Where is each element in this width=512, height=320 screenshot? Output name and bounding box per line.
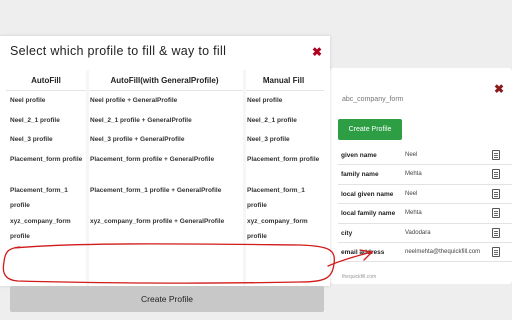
field-row: local family name Mehta bbox=[338, 204, 512, 224]
field-value: Neel bbox=[405, 152, 418, 158]
autofill-option[interactable]: Neel profile bbox=[6, 91, 86, 111]
column-divider bbox=[86, 70, 89, 286]
field-row: family name Mehta bbox=[338, 165, 512, 185]
autofill-option[interactable]: Placement_form_1 profile bbox=[6, 181, 86, 212]
column-header-autofill: AutoFill bbox=[31, 75, 61, 85]
autofill-general-option[interactable]: xyz_company_form profile + GeneralProfil… bbox=[86, 212, 243, 243]
modal-close-icon[interactable]: ✖ bbox=[312, 45, 322, 59]
profile-panel-title: abc_company_form bbox=[342, 96, 404, 103]
field-label: family name bbox=[341, 171, 379, 179]
create-profile-button[interactable]: Create Profile bbox=[10, 286, 324, 312]
column-header-autofill-general: AutoFill(with GeneralProfile) bbox=[110, 75, 219, 85]
field-value: Vadodara bbox=[405, 229, 431, 236]
copy-icon[interactable] bbox=[492, 169, 500, 180]
autofill-general-option[interactable]: Neel profile + GeneralProfile bbox=[86, 91, 243, 111]
field-label: local family name bbox=[341, 210, 396, 218]
autofill-option[interactable]: Neel_2_1 profile bbox=[6, 111, 86, 131]
copy-icon[interactable] bbox=[492, 246, 500, 257]
table-row: xyz_company_form profile xyz_company_for… bbox=[6, 212, 324, 243]
autofill-option[interactable]: Neel_3 profile bbox=[6, 130, 86, 150]
table-row: Placement_form_1 profile Placement_form_… bbox=[6, 181, 324, 212]
profile-select-modal: Select which profile to fill & way to fi… bbox=[0, 36, 330, 312]
autofill-option[interactable]: xyz_company_form profile bbox=[6, 212, 86, 243]
column-divider bbox=[243, 70, 246, 286]
table-row: Neel profile Neel profile + GeneralProfi… bbox=[6, 91, 324, 111]
autofill-general-option[interactable]: Neel_2_1 profile + GeneralProfile bbox=[86, 111, 243, 131]
field-label: email address bbox=[341, 248, 385, 256]
manual-fill-option[interactable]: Neel_2_1 profile bbox=[243, 111, 324, 131]
autofill-general-option[interactable]: Neel_3 profile + GeneralProfile bbox=[86, 130, 243, 150]
panel-footer: thequickfill.com bbox=[342, 274, 377, 280]
field-value: Neel bbox=[405, 190, 418, 197]
table-header: AutoFill AutoFill(with GeneralProfile) M… bbox=[6, 70, 324, 91]
profile-table: AutoFill AutoFill(with GeneralProfile) M… bbox=[6, 70, 324, 286]
panel-create-profile-button[interactable]: Create Profile bbox=[338, 119, 402, 140]
autofill-general-option[interactable]: Placement_form profile + GeneralProfile bbox=[86, 150, 243, 181]
manual-fill-option[interactable]: Placement_form_1 profile bbox=[243, 181, 324, 212]
field-row: city Vadodara bbox=[338, 224, 512, 243]
manual-fill-option[interactable]: Neel profile bbox=[243, 91, 324, 111]
table-row: Neel_3 profile Neel_3 profile + GeneralP… bbox=[6, 130, 324, 150]
copy-icon[interactable] bbox=[492, 227, 500, 238]
field-value: Mehta bbox=[405, 210, 422, 217]
field-row: given name Neel bbox=[338, 146, 512, 166]
field-row: email address neelmehta@thequickfill.com bbox=[338, 243, 512, 263]
column-header-manual: Manual Fill bbox=[262, 75, 305, 85]
table-row: Placement_form profile Placement_form pr… bbox=[6, 150, 324, 181]
manual-fill-option[interactable]: Placement_form profile bbox=[243, 150, 324, 181]
field-label: city bbox=[341, 229, 353, 237]
field-row: local given name Neel bbox=[338, 185, 512, 205]
field-label: local given name bbox=[341, 190, 394, 198]
field-value: neelmehta@thequickfill.com bbox=[405, 248, 481, 255]
copy-icon[interactable] bbox=[492, 188, 500, 199]
field-value: Mehta bbox=[405, 171, 422, 178]
copy-icon[interactable] bbox=[492, 208, 500, 219]
field-label: given name bbox=[341, 152, 377, 159]
profile-panel-close-icon[interactable]: ✖ bbox=[494, 82, 504, 96]
copy-icon[interactable] bbox=[492, 150, 500, 160]
manual-fill-option[interactable]: Neel_3 profile bbox=[243, 130, 324, 150]
autofill-option[interactable]: Placement_form profile bbox=[6, 150, 86, 181]
autofill-general-option[interactable]: Placement_form_1 profile + GeneralProfil… bbox=[86, 181, 243, 212]
profile-fields-list: given name Neel family name Mehta local … bbox=[338, 146, 512, 263]
modal-title: Select which profile to fill & way to fi… bbox=[10, 44, 227, 58]
manual-fill-option[interactable]: xyz_company_form profile bbox=[243, 212, 324, 243]
table-row: Neel_2_1 profile Neel_2_1 profile + Gene… bbox=[6, 111, 324, 131]
